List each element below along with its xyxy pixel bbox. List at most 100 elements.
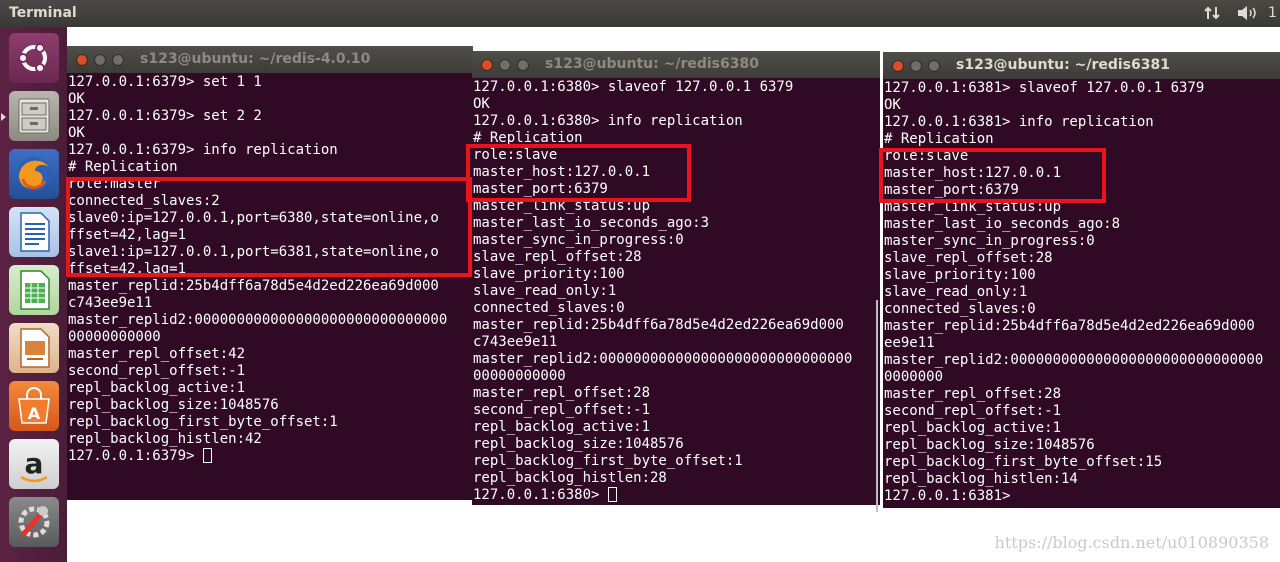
- terminal-line: master_last_io_seconds_ago:3: [473, 215, 710, 231]
- terminal-line: OK: [884, 97, 901, 113]
- terminal-line: repl_backlog_active:1: [884, 420, 1062, 436]
- terminal-line: repl_backlog_active:1: [68, 380, 246, 396]
- terminal-line: slave_read_only:1: [884, 284, 1028, 300]
- terminal-line: repl_backlog_active:1: [473, 419, 651, 435]
- terminal-line: OK: [68, 125, 85, 141]
- terminal-window-slave-6380[interactable]: s123@ubuntu: ~/redis6380 127.0.0.1:6380>…: [472, 51, 880, 505]
- terminal-line: second_repl_offset:-1: [473, 402, 651, 418]
- window-title: s123@ubuntu: ~/redis6380: [545, 56, 759, 72]
- settings-wrench-icon: [18, 506, 50, 538]
- terminal-line: c743ee9e11: [473, 334, 558, 350]
- minimize-icon[interactable]: [499, 59, 511, 71]
- firefox-button[interactable]: [9, 149, 59, 199]
- terminal-line: ee9e11: [884, 335, 935, 351]
- terminal-output[interactable]: 127.0.0.1:6381> slaveof 127.0.0.1 6379 OK…: [884, 80, 1280, 505]
- cursor-icon: [607, 487, 617, 502]
- terminal-line: master_replid:25b4dff6a78d5e4d2ed226ea69…: [68, 278, 439, 294]
- terminal-line: repl_backlog_size:1048576: [473, 436, 684, 452]
- maximize-icon[interactable]: [112, 54, 124, 66]
- terminal-line: 127.0.0.1:6379> info replication: [68, 142, 338, 158]
- terminal-line: 00000000000: [68, 329, 161, 345]
- terminal-line: slave_read_only:1: [473, 283, 617, 299]
- window-titlebar[interactable]: s123@ubuntu: ~/redis6381: [883, 52, 1280, 79]
- prompt-text: 127.0.0.1:6381>: [884, 488, 1011, 504]
- close-icon[interactable]: [481, 59, 493, 71]
- close-icon[interactable]: [76, 54, 88, 66]
- window-titlebar[interactable]: s123@ubuntu: ~/redis-4.0.10: [67, 46, 473, 73]
- terminal-line: master_sync_in_progress:0: [473, 232, 684, 248]
- terminal-line: repl_backlog_histlen:42: [68, 431, 262, 447]
- maximize-icon[interactable]: [517, 59, 529, 71]
- ubuntu-dash-button[interactable]: [9, 33, 59, 83]
- libreoffice-writer-button[interactable]: [9, 207, 59, 257]
- ubuntu-logo-icon: [18, 43, 47, 73]
- terminal-prompt[interactable]: 127.0.0.1:6381>: [884, 488, 1280, 505]
- highlight-box-master: [66, 177, 472, 277]
- minimize-icon[interactable]: [94, 54, 106, 66]
- window-edge-divider: [876, 300, 878, 512]
- terminal-line: repl_backlog_size:1048576: [68, 397, 279, 413]
- highlight-box-slave-6380: [466, 144, 691, 202]
- terminal-line: master_replid:25b4dff6a78d5e4d2ed226ea69…: [473, 317, 844, 333]
- terminal-line: 127.0.0.1:6380> slaveof 127.0.0.1 6379: [473, 79, 794, 95]
- network-icon[interactable]: [1204, 5, 1222, 25]
- terminal-line: slave_repl_offset:28: [473, 249, 642, 265]
- firefox-icon: [17, 157, 51, 191]
- terminal-line: master_repl_offset:28: [473, 385, 651, 401]
- software-center-button[interactable]: A: [9, 381, 59, 431]
- amazon-icon: a: [20, 447, 48, 483]
- terminal-line: 127.0.0.1:6381> info replication: [884, 114, 1154, 130]
- terminal-line: master_replid2:0000000000000000000000000…: [884, 352, 1264, 368]
- system-settings-button[interactable]: [9, 497, 59, 547]
- libreoffice-impress-button[interactable]: [9, 323, 59, 373]
- window-title: s123@ubuntu: ~/redis-4.0.10: [140, 51, 371, 67]
- terminal-line: second_repl_offset:-1: [884, 403, 1062, 419]
- highlight-box-slave-6381: [879, 148, 1106, 203]
- terminal-prompt[interactable]: 127.0.0.1:6379>: [68, 448, 473, 465]
- terminal-prompt[interactable]: 127.0.0.1:6380>: [473, 487, 880, 504]
- volume-icon[interactable]: [1236, 5, 1258, 25]
- terminal-line: master_replid:25b4dff6a78d5e4d2ed226ea69…: [884, 318, 1255, 334]
- top-panel: Terminal 1: [0, 0, 1280, 27]
- terminal-line: # Replication: [68, 159, 178, 175]
- app-title: Terminal: [9, 5, 77, 21]
- minimize-icon[interactable]: [910, 60, 922, 72]
- terminal-window-slave-6381[interactable]: s123@ubuntu: ~/redis6381 127.0.0.1:6381>…: [883, 52, 1280, 508]
- terminal-line: # Replication: [884, 131, 994, 147]
- svg-text:a: a: [25, 447, 44, 480]
- window-title: s123@ubuntu: ~/redis6381: [956, 57, 1170, 73]
- terminal-output[interactable]: 127.0.0.1:6380> slaveof 127.0.0.1 6379 OK…: [473, 79, 880, 504]
- prompt-text: 127.0.0.1:6379>: [68, 448, 203, 464]
- files-button[interactable]: [9, 91, 59, 141]
- terminal-line: slave_repl_offset:28: [884, 250, 1053, 266]
- terminal-line: slave_priority:100: [473, 266, 625, 282]
- amazon-button[interactable]: a: [9, 439, 59, 489]
- svg-text:A: A: [28, 404, 41, 423]
- terminal-line: 127.0.0.1:6381> slaveof 127.0.0.1 6379: [884, 80, 1205, 96]
- terminal-line: repl_backlog_first_byte_offset:15: [884, 454, 1163, 470]
- close-icon[interactable]: [892, 60, 904, 72]
- terminal-line: slave_priority:100: [884, 267, 1036, 283]
- maximize-icon[interactable]: [928, 60, 940, 72]
- terminal-line: 0000000: [884, 369, 944, 385]
- watermark: https://blog.csdn.net/u010890358: [994, 533, 1269, 552]
- terminal-line: repl_backlog_size:1048576: [884, 437, 1095, 453]
- libreoffice-calc-button[interactable]: [9, 265, 59, 315]
- clock-text[interactable]: 1: [1268, 5, 1277, 21]
- file-cabinet-icon: [18, 98, 50, 134]
- terminal-line: master_last_io_seconds_ago:8: [884, 216, 1121, 232]
- active-app-arrow-icon: [1, 113, 6, 121]
- terminal-line: 127.0.0.1:6379> set 1 1: [68, 74, 262, 90]
- prompt-text: 127.0.0.1:6380>: [473, 487, 608, 503]
- terminal-line: OK: [68, 91, 85, 107]
- terminal-line: 00000000000: [473, 368, 566, 384]
- launcher: A a: [0, 27, 67, 562]
- cursor-icon: [202, 448, 212, 463]
- terminal-line: OK: [473, 96, 490, 112]
- terminal-line: master_sync_in_progress:0: [884, 233, 1095, 249]
- terminal-line: master_repl_offset:28: [884, 386, 1062, 402]
- terminal-line: master_replid2:0000000000000000000000000…: [68, 312, 448, 328]
- window-titlebar[interactable]: s123@ubuntu: ~/redis6380: [472, 51, 880, 78]
- terminal-line: repl_backlog_first_byte_offset:1: [68, 414, 338, 430]
- terminal-line: connected_slaves:0: [884, 301, 1036, 317]
